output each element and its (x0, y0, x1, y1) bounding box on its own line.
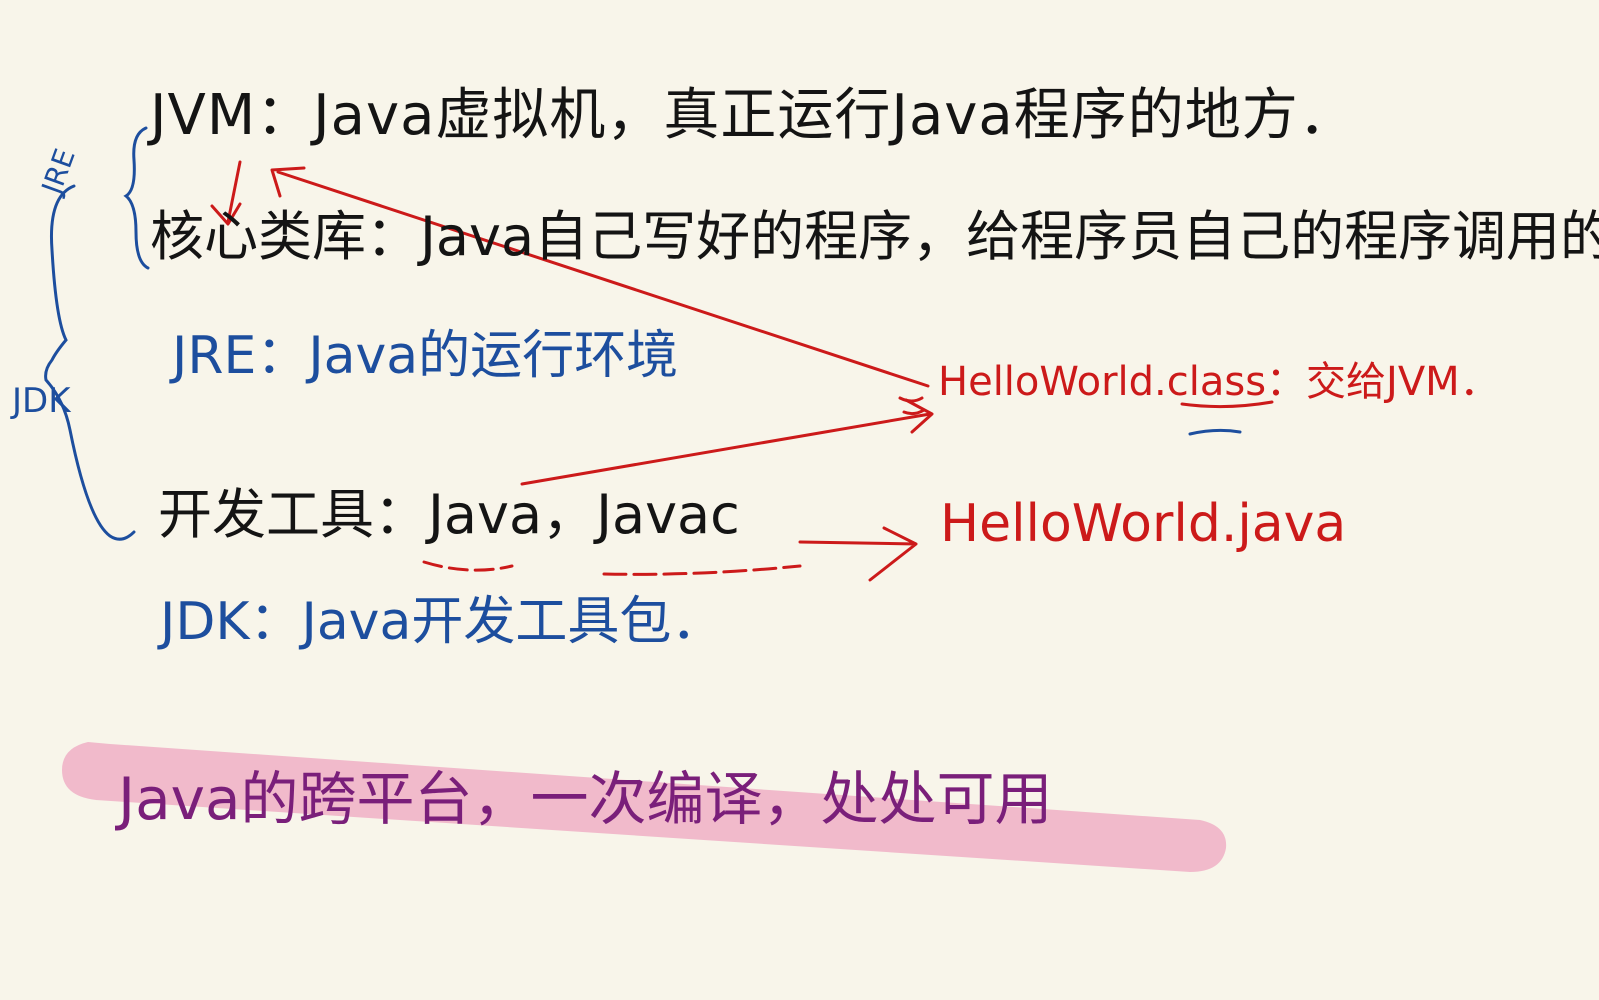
jvm-definition: JVM：Java虚拟机，真正运行Java程序的地方． (150, 83, 1356, 148)
class-blue-underline (1188, 428, 1242, 436)
whiteboard-canvas: JVM：Java虚拟机，真正运行Java程序的地方． 核心类库：Java自己写好… (0, 0, 1599, 1000)
class-file-note: HelloWorld.class：交给JVM． (938, 359, 1500, 405)
jre-definition: JRE：Java的运行环境 (172, 326, 679, 386)
jdk-brace-label: JDK (12, 381, 71, 421)
java-to-class-arrow (520, 398, 934, 486)
core-library-definition: 核心类库：Java自己写好的程序，给程序员自己的程序调用的． (150, 205, 1599, 268)
class-file-marker (898, 396, 926, 416)
jdk-brace (44, 184, 136, 541)
jre-brace (123, 126, 150, 270)
dev-tools-definition: 开发工具：Java，Javac (158, 483, 740, 546)
javac-to-java-arrow (798, 526, 918, 582)
java-underline (422, 560, 514, 572)
java-file-note: HelloWorld.java (940, 494, 1347, 554)
javac-underline (602, 564, 802, 576)
jdk-definition: JDK：Java开发工具包． (160, 592, 724, 652)
cross-platform-slogan: Java的跨平台，一次编译，处处可用 (118, 765, 1053, 833)
